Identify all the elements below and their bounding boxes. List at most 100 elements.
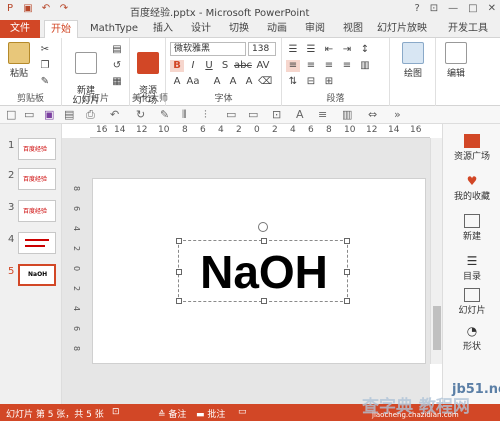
highlight-icon[interactable]: A <box>210 76 224 88</box>
redo-icon[interactable]: ↷ <box>58 3 70 15</box>
indent-increase-icon[interactable]: ⇥ <box>340 44 354 56</box>
minimize-button[interactable]: — <box>448 3 458 14</box>
align-icon[interactable]: ⫴ <box>182 108 187 122</box>
bold-icon[interactable]: B <box>170 60 184 72</box>
format-painter-icon[interactable]: ✎ <box>38 76 52 88</box>
ungroup-icon[interactable]: ▭ <box>248 108 258 121</box>
tab-view[interactable]: 视图 <box>338 20 368 38</box>
tab-file[interactable]: 文件 <box>0 20 40 38</box>
spellcheck-icon[interactable]: ⊡ <box>112 407 120 417</box>
font-size-select[interactable]: 138 <box>248 42 276 56</box>
slide-thumbnail[interactable]: 百度经验 <box>18 168 56 190</box>
resource-plaza-item[interactable]: 资源广场 <box>443 134 500 162</box>
reset-icon[interactable]: ↺ <box>110 60 124 72</box>
align-right-icon[interactable]: ≡ <box>322 60 336 72</box>
section-icon[interactable]: ▦ <box>110 76 124 88</box>
new-item[interactable]: 新建 <box>443 214 500 242</box>
distribute-icon[interactable]: ⫶ <box>204 108 207 122</box>
contents-item[interactable]: ☰ 目录 <box>443 254 500 282</box>
group-icon[interactable]: ▭ <box>226 108 236 121</box>
text-box[interactable]: NaOH <box>176 238 350 304</box>
slide-thumbnail-selected[interactable]: NaOH <box>18 264 56 286</box>
shrink-font-icon[interactable]: A <box>242 76 256 88</box>
indent-decrease-icon[interactable]: ⇤ <box>322 44 336 56</box>
edit-button[interactable]: 编辑 <box>440 42 472 79</box>
open-icon[interactable]: ▭ <box>24 108 34 121</box>
arrow-icon[interactable]: ⇔ <box>368 108 377 121</box>
smartart-icon[interactable]: ⊞ <box>322 76 336 88</box>
columns-icon[interactable]: ▥ <box>358 60 372 72</box>
shapes-item[interactable]: ◔ 形状 <box>443 324 500 352</box>
tab-review[interactable]: 审阅 <box>300 20 330 38</box>
new-file-icon[interactable]: □ <box>6 108 16 121</box>
resize-handle[interactable] <box>261 298 267 304</box>
copy-icon[interactable]: ❐ <box>38 60 52 72</box>
resize-handle[interactable] <box>344 238 350 244</box>
slides-item[interactable]: 幻灯片 <box>443 288 500 316</box>
resize-handle[interactable] <box>261 238 267 244</box>
more-icon[interactable]: » <box>394 108 401 121</box>
brush-icon[interactable]: ✎ <box>160 108 169 121</box>
resize-handle[interactable] <box>176 298 182 304</box>
italic-icon[interactable]: I <box>186 60 200 72</box>
vertical-scrollbar[interactable] <box>430 138 442 364</box>
tab-slideshow[interactable]: 幻灯片放映 <box>374 20 430 38</box>
comments-button[interactable]: ▬ 批注 <box>196 407 225 420</box>
tab-developer[interactable]: 开发工具 <box>440 20 496 38</box>
maximize-button[interactable]: □ <box>468 3 477 14</box>
bullets-icon[interactable]: ☰ <box>286 44 300 56</box>
tab-mathtype[interactable]: MathType <box>86 20 142 38</box>
tab-design[interactable]: 设计 <box>186 20 216 38</box>
save-icon[interactable]: ▣ <box>22 3 34 15</box>
strikethrough-icon[interactable]: abc <box>234 60 252 72</box>
slide-text[interactable]: NaOH <box>179 241 349 303</box>
tab-home[interactable]: 开始 <box>44 20 78 38</box>
undo-icon[interactable]: ↶ <box>110 108 119 121</box>
resize-handle[interactable] <box>176 269 182 275</box>
text-direction-icon[interactable]: ⇅ <box>286 76 300 88</box>
restore-ribbon-button[interactable]: ⊡ <box>430 3 438 14</box>
favorites-item[interactable]: ♥ 我的收藏 <box>443 174 500 202</box>
app-icon[interactable]: P <box>4 3 16 15</box>
resize-handle[interactable] <box>344 269 350 275</box>
size-icon[interactable]: ⊡ <box>272 108 281 121</box>
slide-thumbnail[interactable] <box>18 232 56 254</box>
resize-handle[interactable] <box>344 298 350 304</box>
paste-button[interactable]: 粘贴 <box>4 42 34 79</box>
tab-insert[interactable]: 插入 <box>148 20 178 38</box>
grow-font-icon[interactable]: A <box>226 76 240 88</box>
font-color-icon[interactable]: A <box>170 76 184 88</box>
cut-icon[interactable]: ✂ <box>38 44 52 56</box>
scrollbar-thumb[interactable] <box>433 306 441 350</box>
drawing-button[interactable]: 绘图 <box>396 42 430 79</box>
text-icon[interactable]: A <box>296 108 304 121</box>
align-center-icon[interactable]: ≡ <box>304 60 318 72</box>
normal-view-icon[interactable]: ▭ <box>238 407 247 417</box>
justify-icon[interactable]: ≡ <box>340 60 354 72</box>
close-button[interactable]: ✕ <box>488 3 496 14</box>
redo-icon[interactable]: ↻ <box>136 108 145 121</box>
help-button[interactable]: ? <box>414 3 419 14</box>
slide-thumbnail[interactable]: 百度经验 <box>18 200 56 222</box>
format-icon[interactable]: ≡ <box>318 108 327 121</box>
resize-handle[interactable] <box>176 238 182 244</box>
underline-icon[interactable]: U <box>202 60 216 72</box>
align-left-icon[interactable]: ≡ <box>286 60 300 72</box>
undo-icon[interactable]: ↶ <box>40 3 52 15</box>
layout-icon[interactable]: ▥ <box>342 108 352 121</box>
clear-format-icon[interactable]: ⌫ <box>258 76 272 88</box>
layout-icon[interactable]: ▤ <box>110 44 124 56</box>
notes-button[interactable]: ≙ 备注 <box>158 407 186 420</box>
font-name-select[interactable]: 微软雅黑 <box>170 42 246 56</box>
tab-transitions[interactable]: 切换 <box>224 20 254 38</box>
saveas-icon[interactable]: ▤ <box>64 108 74 121</box>
spacing-icon[interactable]: AV <box>256 60 270 72</box>
numbering-icon[interactable]: ☰ <box>304 44 318 56</box>
slide-thumbnail[interactable]: 百度经验 <box>18 138 56 160</box>
rotate-handle[interactable] <box>258 222 268 232</box>
align-text-icon[interactable]: ⊟ <box>304 76 318 88</box>
line-spacing-icon[interactable]: ↕ <box>358 44 372 56</box>
print-icon[interactable]: ⎙ <box>86 108 95 122</box>
tab-animations[interactable]: 动画 <box>262 20 292 38</box>
save-icon[interactable]: ▣ <box>44 108 54 121</box>
